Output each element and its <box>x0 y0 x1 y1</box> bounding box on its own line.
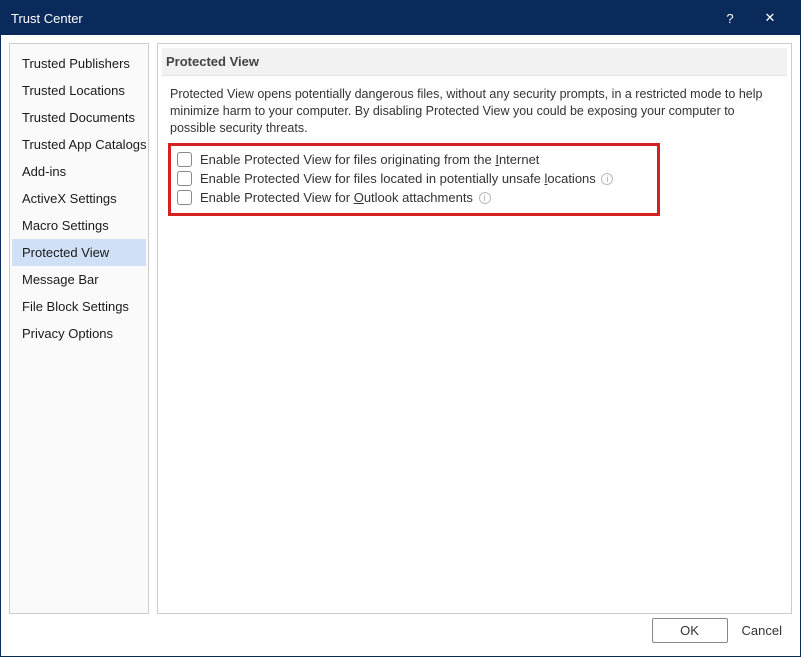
dialog-footer: OK Cancel <box>1 614 800 656</box>
checkbox-icon[interactable] <box>177 190 192 205</box>
section-header: Protected View <box>162 48 787 76</box>
sidebar-item-trusted-locations[interactable]: Trusted Locations <box>12 77 146 104</box>
content-area: Trusted Publishers Trusted Locations Tru… <box>1 35 800 614</box>
ok-button[interactable]: OK <box>652 618 728 643</box>
sidebar-item-trusted-publishers[interactable]: Trusted Publishers <box>12 50 146 77</box>
annotation-highlight: Enable Protected View for files originat… <box>168 143 660 216</box>
sidebar-item-activex-settings[interactable]: ActiveX Settings <box>12 185 146 212</box>
option-unsafe-locations[interactable]: Enable Protected View for files located … <box>175 169 653 188</box>
cancel-button[interactable]: Cancel <box>742 618 782 643</box>
option-outlook-attachments[interactable]: Enable Protected View for Outlook attach… <box>175 188 653 207</box>
sidebar-item-trusted-documents[interactable]: Trusted Documents <box>12 104 146 131</box>
sidebar-item-add-ins[interactable]: Add-ins <box>12 158 146 185</box>
option-label: Enable Protected View for Outlook attach… <box>200 190 491 205</box>
info-icon[interactable]: i <box>601 173 613 185</box>
sidebar-item-message-bar[interactable]: Message Bar <box>12 266 146 293</box>
sidebar-item-macro-settings[interactable]: Macro Settings <box>12 212 146 239</box>
help-button[interactable]: ? <box>710 1 750 35</box>
checkbox-icon[interactable] <box>177 171 192 186</box>
checkbox-icon[interactable] <box>177 152 192 167</box>
close-icon: ✕ <box>765 10 776 26</box>
sidebar-item-protected-view[interactable]: Protected View <box>12 239 146 266</box>
section-description: Protected View opens potentially dangero… <box>170 86 781 137</box>
option-label: Enable Protected View for files originat… <box>200 152 539 167</box>
sidebar-item-privacy-options[interactable]: Privacy Options <box>12 320 146 347</box>
sidebar-item-file-block-settings[interactable]: File Block Settings <box>12 293 146 320</box>
main-panel: Protected View Protected View opens pote… <box>157 43 792 614</box>
close-button[interactable]: ✕ <box>750 1 790 35</box>
trust-center-dialog: Trust Center ? ✕ Trusted Publishers Trus… <box>0 0 801 657</box>
titlebar: Trust Center ? ✕ <box>1 1 800 35</box>
option-label: Enable Protected View for files located … <box>200 171 613 186</box>
help-icon: ? <box>726 11 733 26</box>
window-title: Trust Center <box>11 11 710 26</box>
info-icon[interactable]: i <box>479 192 491 204</box>
sidebar: Trusted Publishers Trusted Locations Tru… <box>9 43 149 614</box>
sidebar-item-trusted-app-catalogs[interactable]: Trusted App Catalogs <box>12 131 146 158</box>
option-internet-files[interactable]: Enable Protected View for files originat… <box>175 150 653 169</box>
